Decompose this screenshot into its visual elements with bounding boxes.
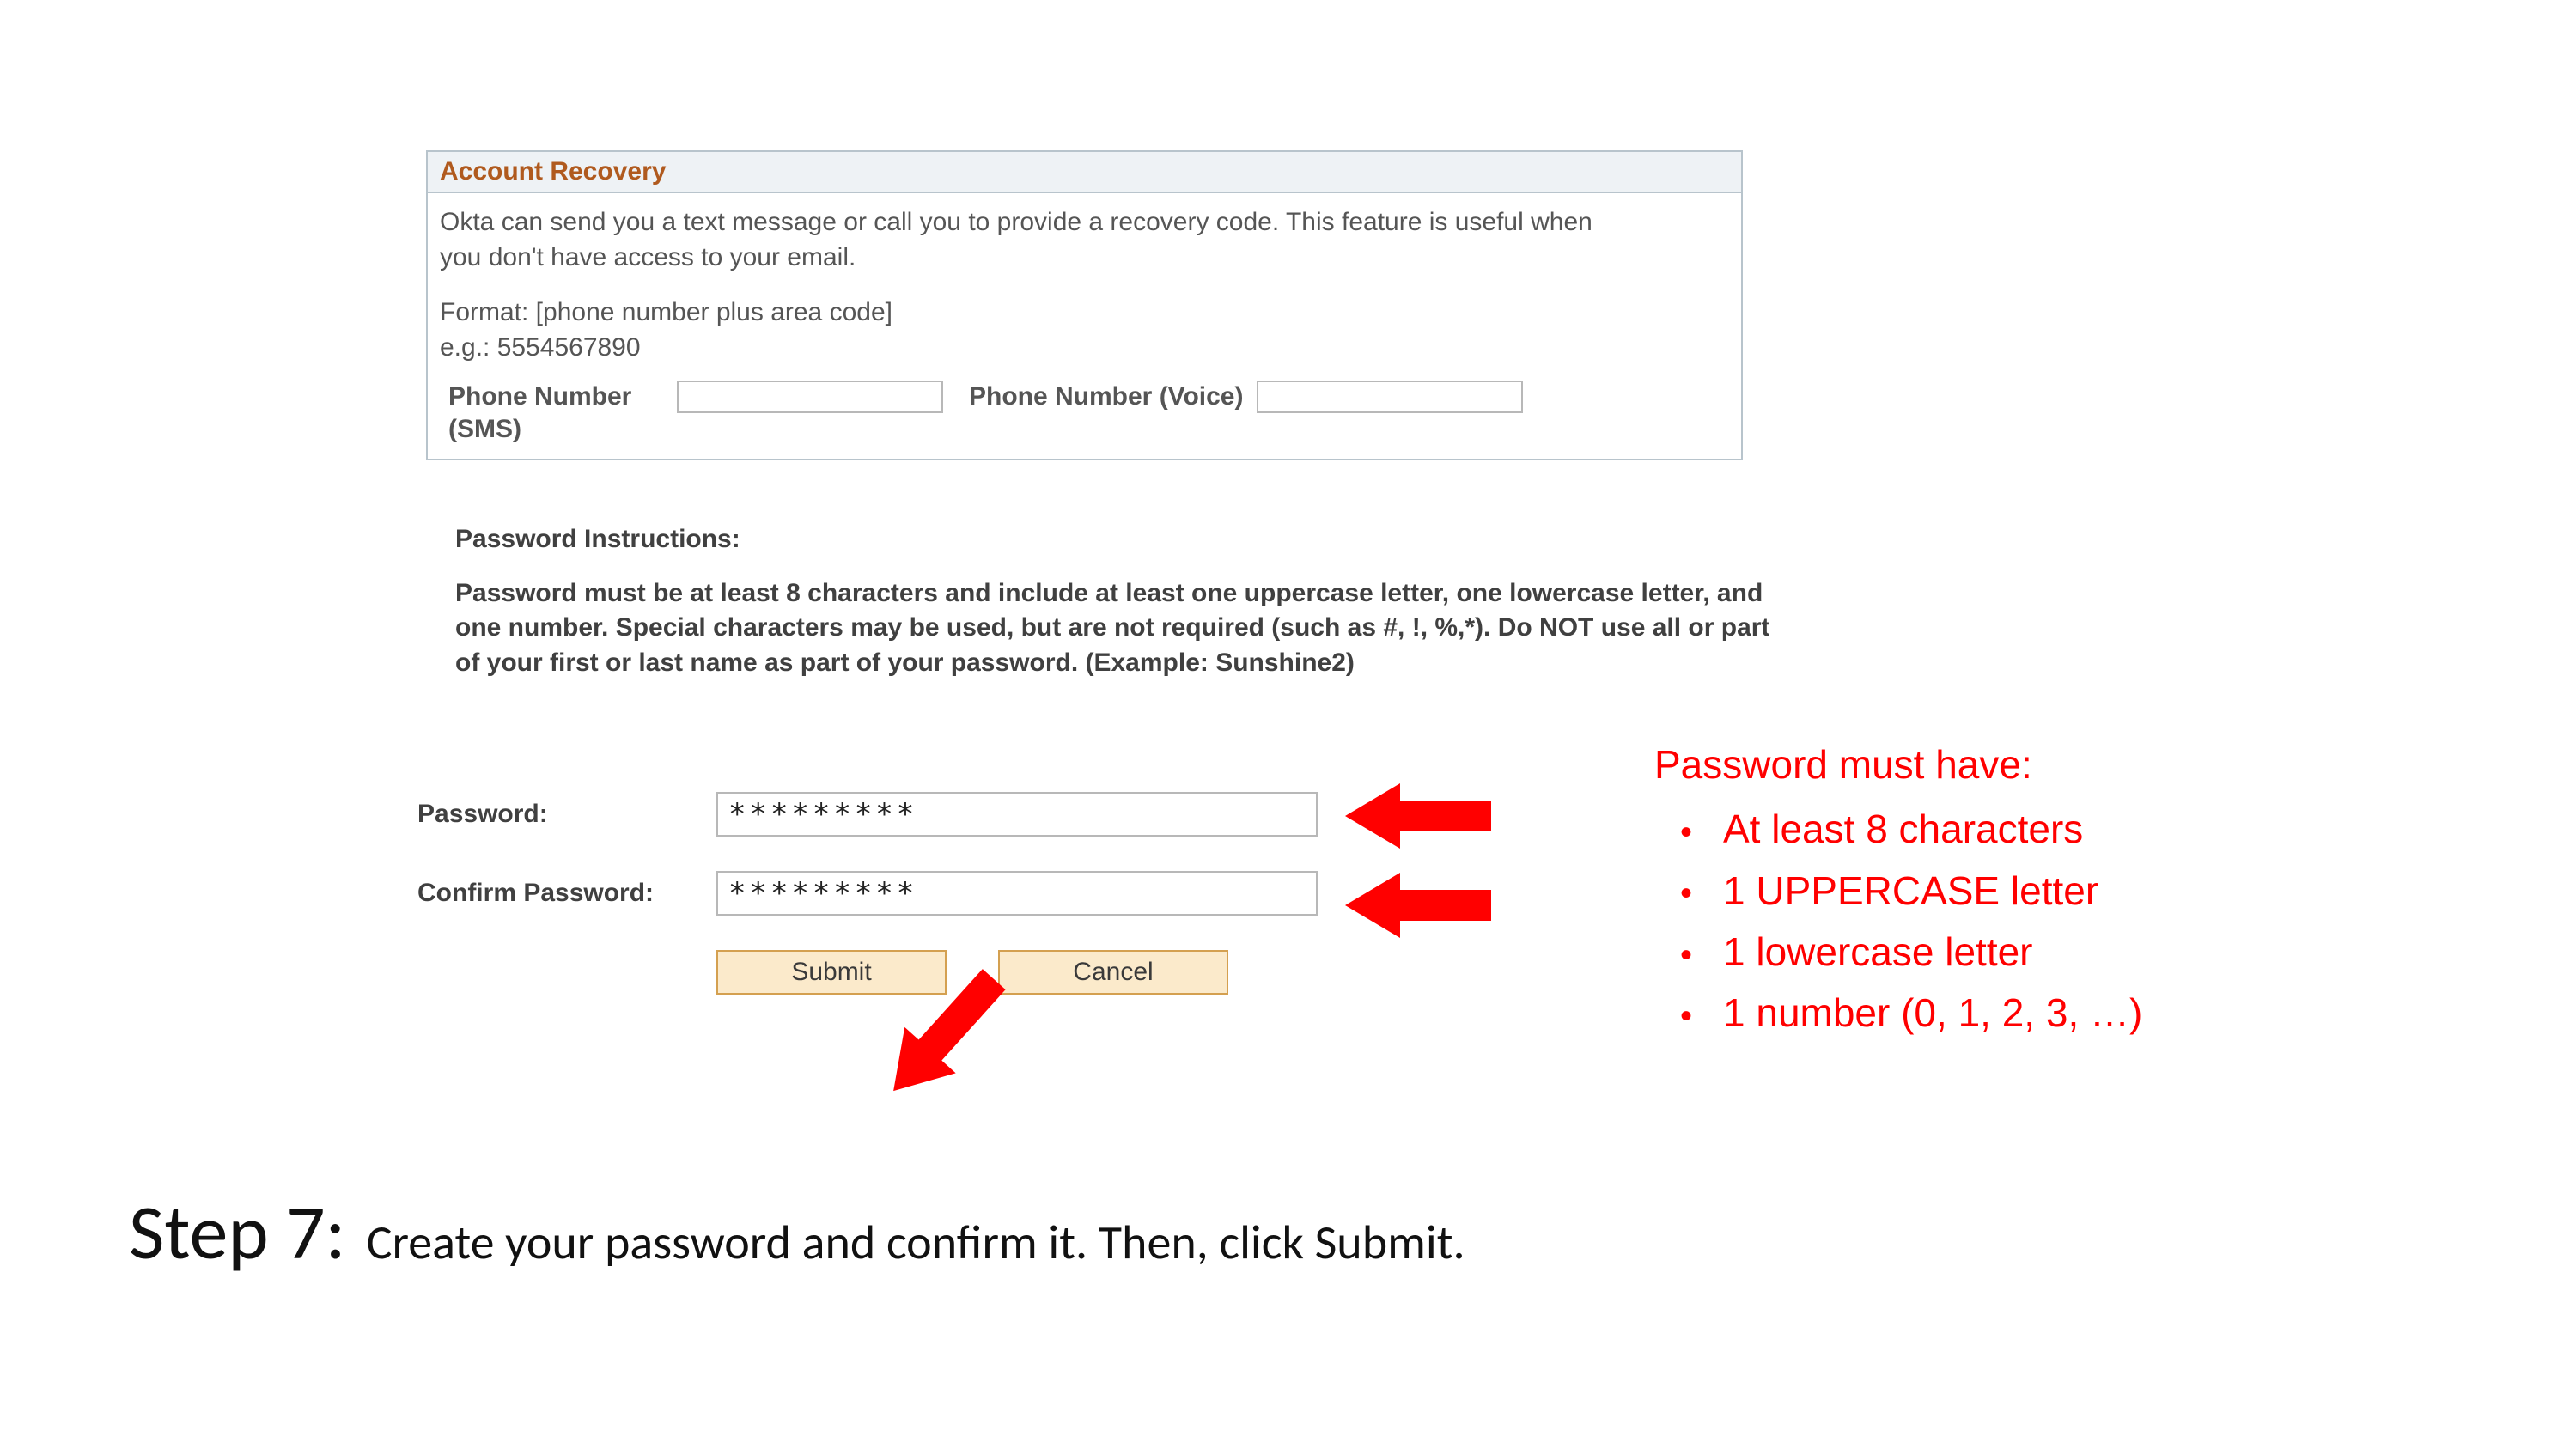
requirement-item: At least 8 characters: [1680, 799, 2307, 860]
sms-label: Phone Number (SMS): [448, 381, 663, 445]
panel-body: Okta can send you a text message or call…: [428, 193, 1741, 459]
format-line: Format: [phone number plus area code]: [440, 295, 1729, 331]
arrow-left-icon: [1345, 873, 1491, 938]
confirm-password-label: Confirm Password:: [417, 879, 716, 908]
phone-row: Phone Number (SMS) Phone Number (Voice): [440, 381, 1729, 445]
password-row: Password:: [417, 792, 1809, 837]
requirement-item: 1 number (0, 1, 2, 3, …): [1680, 983, 2307, 1044]
instructions-title: Password Instructions:: [455, 522, 1795, 557]
step-text-before: Create your password and confirm it. The…: [367, 1214, 1315, 1272]
step-label: Step 7:: [129, 1185, 346, 1280]
example-line: e.g.: 5554567890: [440, 331, 1729, 366]
recovery-description: Okta can send you a text message or call…: [440, 205, 1617, 275]
format-description: Format: [phone number plus area code] e.…: [440, 295, 1729, 365]
requirements-title: Password must have:: [1654, 734, 2307, 795]
sms-input[interactable]: [677, 381, 943, 413]
password-label: Password:: [417, 800, 716, 829]
panel-title: Account Recovery: [428, 152, 1741, 193]
password-area: Password: Confirm Password: Submit Cance…: [417, 792, 1809, 995]
account-recovery-panel: Account Recovery Okta can send you a tex…: [426, 150, 1743, 460]
voice-label: Phone Number (Voice): [969, 381, 1243, 413]
requirement-item: 1 UPPERCASE letter: [1680, 861, 2307, 922]
requirement-item: 1 lowercase letter: [1680, 922, 2307, 983]
arrow-left-icon: [1345, 783, 1491, 849]
sms-group: Phone Number (SMS): [448, 381, 943, 445]
arrow-diagonal-icon: [861, 964, 1024, 1110]
password-instructions: Password Instructions: Password must be …: [455, 522, 1795, 680]
step-row: Step 7: Create your password and confirm…: [129, 1185, 1465, 1280]
voice-input[interactable]: [1257, 381, 1523, 413]
voice-group: Phone Number (Voice): [969, 381, 1523, 413]
password-requirements: Password must have: At least 8 character…: [1654, 734, 2307, 1044]
step-text-after: .: [1453, 1214, 1465, 1272]
password-input[interactable]: [716, 792, 1318, 837]
confirm-password-input[interactable]: [716, 871, 1318, 916]
step-text: Create your password and confirm it. The…: [367, 1214, 1465, 1272]
step-text-submit: Submit: [1315, 1214, 1453, 1272]
cancel-button[interactable]: Cancel: [998, 950, 1228, 995]
confirm-password-row: Confirm Password:: [417, 871, 1809, 916]
instructions-body: Password must be at least 8 characters a…: [455, 576, 1795, 681]
requirements-list: At least 8 characters 1 UPPERCASE letter…: [1654, 799, 2307, 1044]
